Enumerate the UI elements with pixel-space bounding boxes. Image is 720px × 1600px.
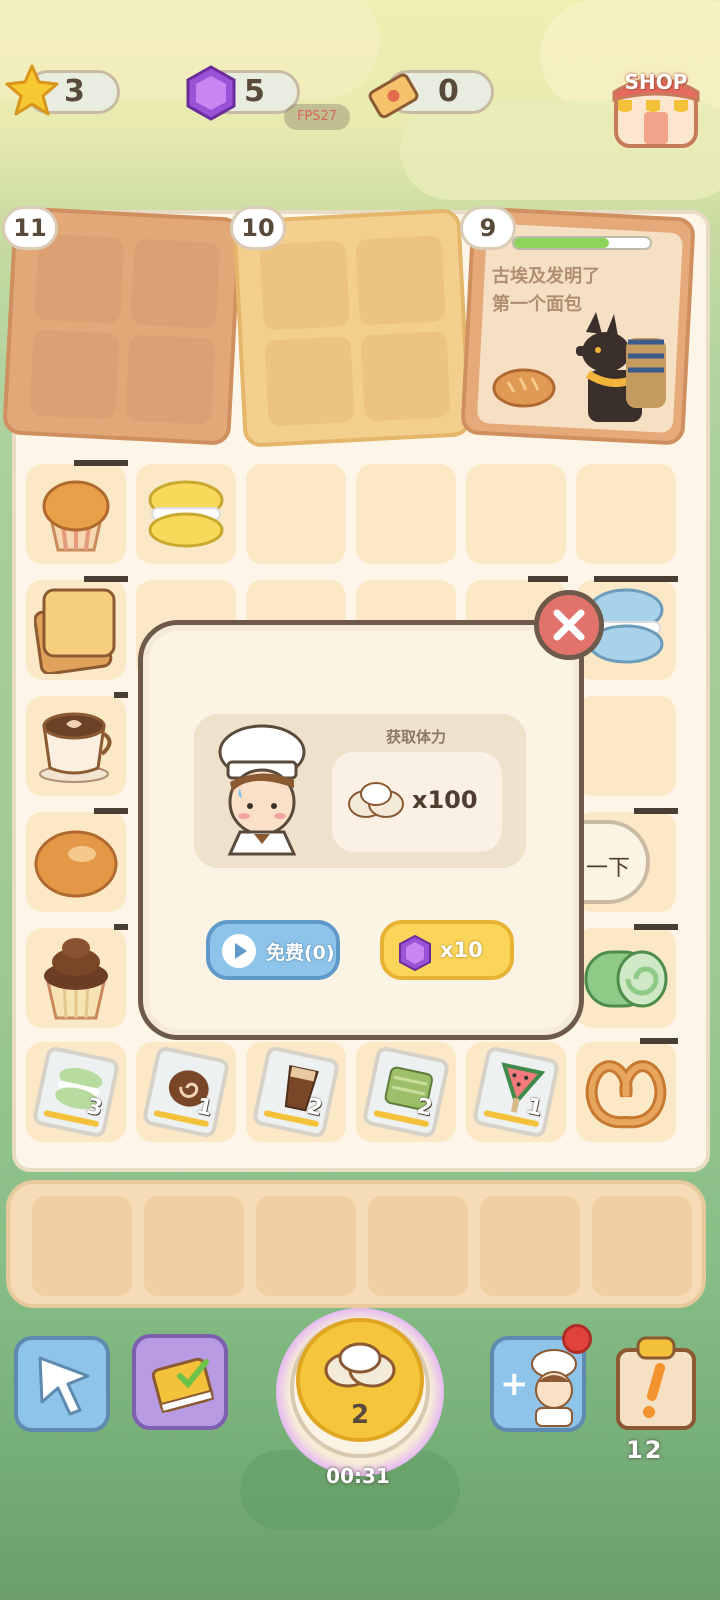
gem-icon [399,934,431,972]
free-button-label: 免费(0) [266,942,335,964]
modal-title: 获取体力 [386,728,447,746]
gem-purchase-button[interactable]: x10 [380,920,514,980]
chef-portrait-icon [218,724,306,856]
close-button[interactable] [534,590,604,660]
free-video-button[interactable]: 免费(0) [206,920,340,980]
gem-button-label: x10 [440,938,483,962]
close-icon [553,609,585,641]
reward-quantity: x100 [412,786,478,814]
dumpling-reward-icon [348,782,404,818]
play-icon [222,934,256,968]
